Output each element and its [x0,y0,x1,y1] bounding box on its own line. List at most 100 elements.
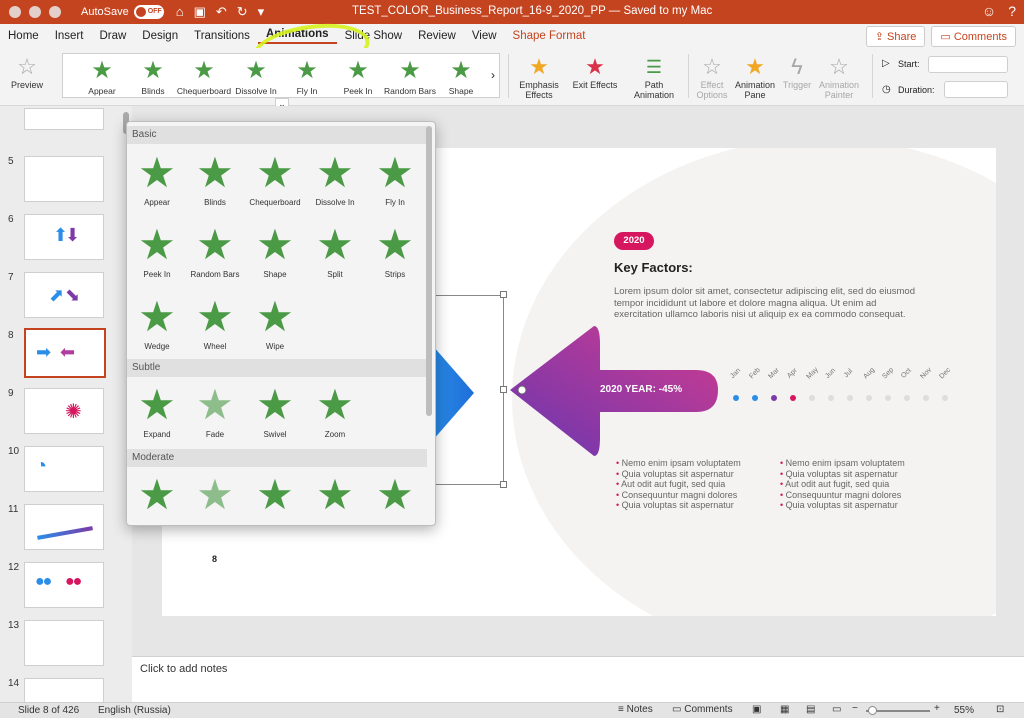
help-icon[interactable]: ? [1008,3,1016,19]
zoom-in-icon[interactable]: + [934,703,940,714]
month-timeline: Jan Feb Mar Apr May Jun Jul Aug Sep Oct … [729,366,980,406]
notes-button[interactable]: ≡ Notes [618,704,653,715]
save-icon[interactable]: ▣ [194,4,206,20]
effect-fade[interactable]: ★ Fade [185,380,245,439]
comments-status-button[interactable]: ▭ Comments [672,704,733,715]
effect-chequerboard[interactable]: ★ Chequerboard [245,148,305,207]
exit-effects-button[interactable]: ★ Exit Effects [572,54,618,90]
effect-appear[interactable]: ★ Appear [127,148,187,207]
tab-transitions[interactable]: Transitions [186,30,258,42]
slideshow-icon[interactable]: ▭ [832,704,841,715]
effect-split[interactable]: ★ Split [305,220,365,279]
close-window-button[interactable] [9,6,21,18]
gallery-appear[interactable]: ★ Appear [73,56,131,96]
emphasis-effects-button[interactable]: ★ Emphasis Effects [514,54,564,100]
gallery-peek-in[interactable]: ★ Peek In [329,56,387,96]
start-select[interactable] [928,56,1008,73]
effect-moderate-1[interactable]: ★ [127,470,187,520]
gallery-shape[interactable]: ★ Shape [432,56,490,96]
animation-painter-button[interactable]: ☆ Animation Painter [815,54,863,100]
slide-sorter-icon[interactable]: ▦ [780,704,789,715]
effect-label: Fly In [385,198,405,207]
effect-moderate-3[interactable]: ★ [245,470,305,520]
fit-slide-icon[interactable]: ⊡ [996,704,1004,715]
thumbnail-10[interactable]: ◔ [24,446,104,492]
thumbnail-7[interactable]: ⬈ ⬊ [24,272,104,318]
tab-design[interactable]: Design [134,30,186,42]
customize-toolbar-icon[interactable]: ▾ [258,4,265,20]
share-button[interactable]: ⇪ Share [865,26,926,47]
arrow-label: 2020 YEAR: -45% [600,384,683,395]
autosave-toggle[interactable]: OFF [133,5,164,19]
thumbnail-5[interactable] [24,156,104,202]
effect-wedge[interactable]: ★ Wedge [127,292,187,351]
thumbnail-6[interactable]: ⬆ ⬇ [24,214,104,260]
thumbnail-13[interactable] [24,620,104,666]
notes-pane[interactable]: Click to add notes [132,656,1024,702]
effect-wipe[interactable]: ★ Wipe [245,292,305,351]
effect-peek-in[interactable]: ★ Peek In [127,220,187,279]
gallery-chequerboard[interactable]: ★ Chequerboard [175,56,233,96]
zoom-out-icon[interactable]: − [852,703,858,714]
effect-options-button[interactable]: ☆ Effect Options [692,54,732,100]
effect-expand[interactable]: ★ Expand [127,380,187,439]
minimize-window-button[interactable] [29,6,41,18]
resize-handle[interactable] [500,291,507,298]
thumbnail-14[interactable] [24,678,104,702]
effect-wheel[interactable]: ★ Wheel [185,292,245,351]
reading-view-icon[interactable]: ▤ [806,704,815,715]
star-icon: ★ [138,381,176,428]
effect-moderate-5[interactable]: ★ [365,470,425,520]
resize-handle[interactable] [500,481,507,488]
effect-zoom[interactable]: ★ Zoom [305,380,365,439]
zoom-level[interactable]: 55% [954,705,974,716]
gallery-label: Appear [88,86,116,96]
gallery-blinds[interactable]: ★ Blinds [124,56,182,96]
preview-button[interactable]: ☆ Preview [4,54,50,90]
tab-draw[interactable]: Draw [91,30,134,42]
autosave: AutoSave OFF [81,5,164,19]
language[interactable]: English (Russia) [98,705,171,716]
tab-shape-format[interactable]: Shape Format [505,30,594,42]
effect-moderate-4[interactable]: ★ [305,470,365,520]
gallery-fly-in[interactable]: ★ Fly In [278,56,336,96]
redo-icon[interactable]: ↻ [237,4,248,20]
effect-swivel[interactable]: ★ Swivel [245,380,305,439]
brush-icon: ☆ [829,54,849,79]
star-icon: ★ [316,221,354,268]
effect-strips[interactable]: ★ Strips [365,220,425,279]
animation-pane-button[interactable]: ★ Animation Pane [733,54,777,100]
effect-blinds[interactable]: ★ Blinds [185,148,245,207]
effect-moderate-2[interactable]: ★ [185,470,245,520]
thumbnail-4[interactable] [24,108,104,130]
chevron-right-icon[interactable]: › [491,68,495,82]
comments-button[interactable]: ▭ Comments [931,26,1016,47]
duration-stepper[interactable] [944,81,1008,98]
path-animation-button[interactable]: ☰ Path Animation [628,54,680,100]
resize-handle[interactable] [500,386,507,393]
star-icon: ★ [138,471,176,518]
thumbnail-9[interactable]: ✺ [24,388,104,434]
undo-icon[interactable]: ↶ [216,4,227,20]
effect-label: Shape [263,270,287,279]
tab-home[interactable]: Home [0,30,47,42]
normal-view-icon[interactable]: ▣ [752,704,761,715]
effect-random-bars[interactable]: ★ Random Bars [185,220,245,279]
zoom-window-button[interactable] [49,6,61,18]
tab-view[interactable]: View [464,30,505,42]
dropdown-scrollbar[interactable] [426,126,432,416]
thumbnail-8[interactable]: ➡ ⬅ [24,328,106,378]
thumbnail-12[interactable]: ●● ●● [24,562,104,608]
trigger-button[interactable]: ϟ Trigger [779,54,815,90]
effect-dissolve-in[interactable]: ★ Dissolve In [305,148,365,207]
effect-shape[interactable]: ★ Shape [245,220,305,279]
tab-review[interactable]: Review [410,30,464,42]
thumbnail-11[interactable] [24,504,104,550]
gallery-random-bars[interactable]: ★ Random Bars [381,56,439,96]
smiley-icon[interactable]: ☺ [982,3,996,19]
tab-insert[interactable]: Insert [47,30,92,42]
gallery-dissolve-in[interactable]: ★ Dissolve In [227,56,285,96]
zoom-slider-thumb[interactable] [868,706,877,715]
effect-fly-in[interactable]: ★ Fly In [365,148,425,207]
home-icon[interactable]: ⌂ [176,4,184,20]
